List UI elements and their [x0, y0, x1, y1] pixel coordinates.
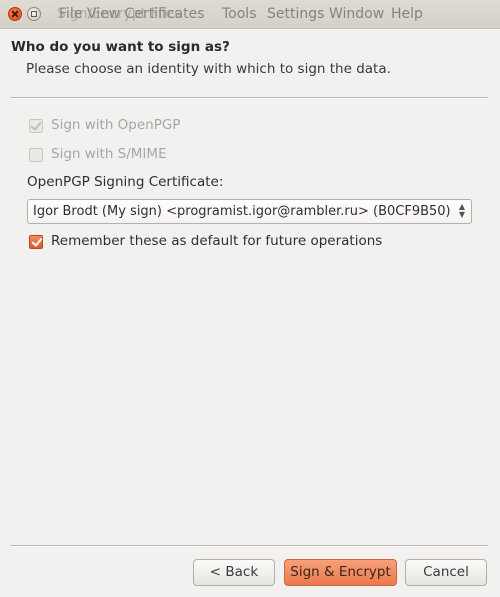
title-bar: Sign/Encrypt Files File View Certificate… [0, 0, 500, 29]
back-button[interactable]: < Back [193, 559, 275, 586]
menu-settings[interactable]: Settings [267, 6, 324, 22]
remember-default-label: Remember these as default for future ope… [51, 233, 383, 249]
sign-openpgp-label: Sign with OpenPGP [51, 117, 181, 133]
sign-smime-checkbox[interactable] [29, 148, 43, 162]
certificate-label: OpenPGP Signing Certificate: [27, 174, 224, 190]
sign-encrypt-button[interactable]: Sign & Encrypt [284, 559, 397, 586]
page-title: Who do you want to sign as? [11, 39, 230, 55]
certificate-select-value: Igor Brodt (My sign) <programist.igor@ra… [33, 204, 451, 219]
maximize-window-button[interactable] [27, 7, 41, 21]
updown-arrows-icon: ▲ ▼ [458, 202, 466, 219]
footer-divider [11, 545, 488, 547]
cancel-button[interactable]: Cancel [405, 559, 487, 586]
certificate-select[interactable]: Igor Brodt (My sign) <programist.igor@ra… [27, 199, 472, 224]
header-divider [11, 97, 488, 99]
menu-window[interactable]: Window [329, 6, 384, 22]
sign-openpgp-checkbox[interactable] [29, 119, 43, 133]
menu-tools[interactable]: Tools [222, 6, 257, 22]
remember-default-checkbox[interactable] [29, 235, 43, 249]
close-window-button[interactable] [8, 7, 22, 21]
page-subtitle: Please choose an identity with which to … [26, 61, 391, 77]
sign-smime-label: Sign with S/MIME [51, 146, 167, 162]
menu-file-view-certificates[interactable]: File View Certificates [59, 6, 205, 22]
menu-help[interactable]: Help [391, 6, 423, 22]
